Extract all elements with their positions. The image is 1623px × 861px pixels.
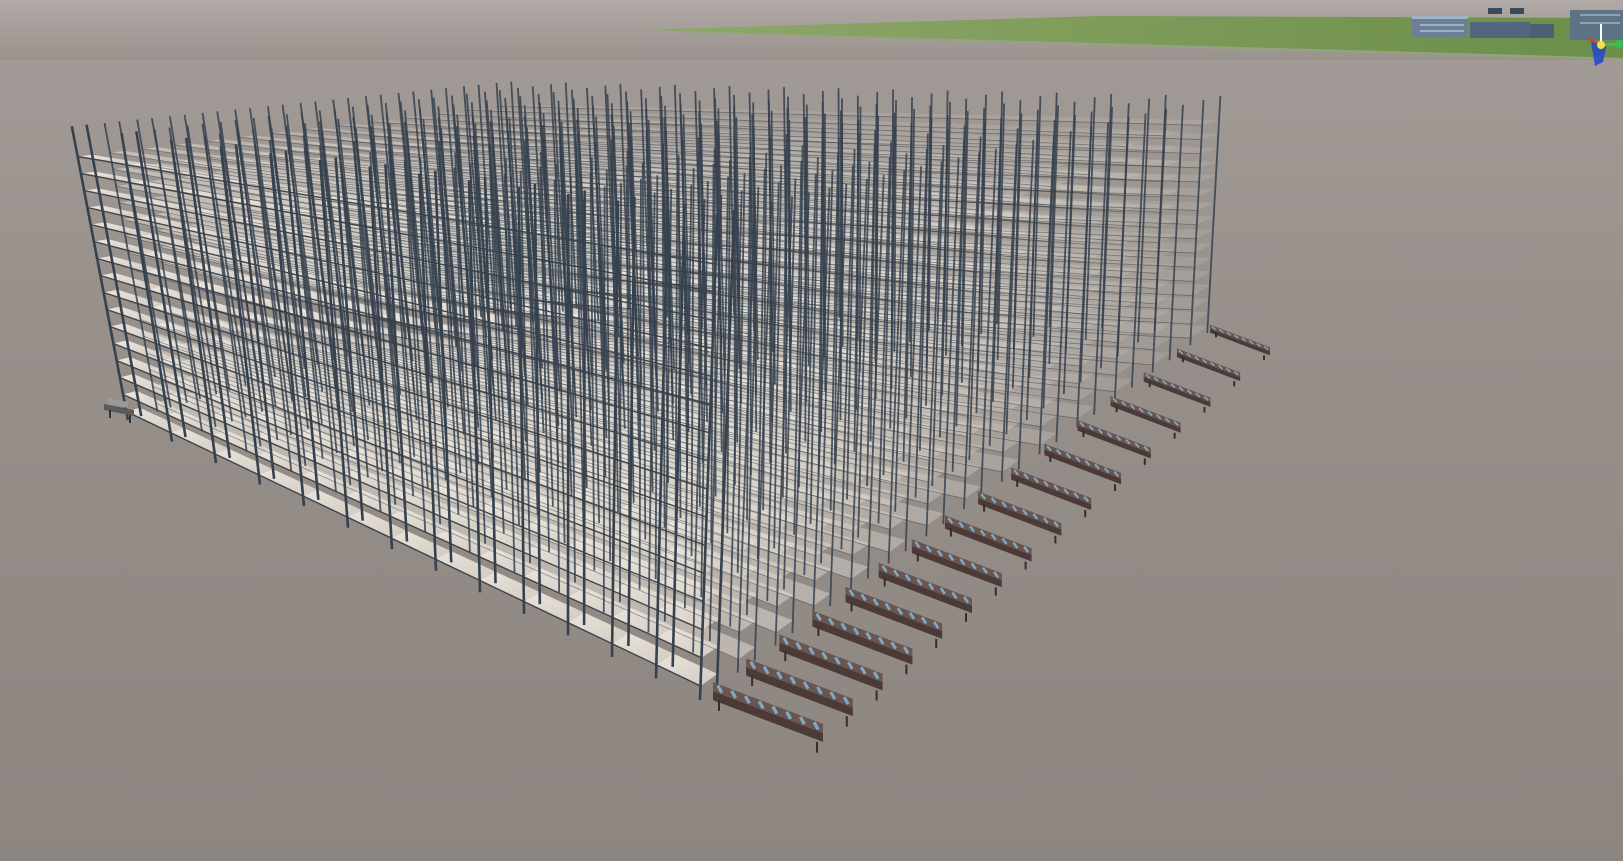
conveyor-bed [1077,419,1151,454]
conveyor [1176,348,1241,387]
conveyor-frame [713,691,823,742]
conveyor-bed [1210,324,1270,352]
conveyor-bed [1044,443,1121,479]
conveyor-frame [1110,401,1181,433]
conveyor [1077,419,1151,465]
conveyor-bed [1110,396,1181,428]
axis-gizmo[interactable] [1577,18,1623,68]
conveyor-bed [911,539,1002,581]
left-cart [104,398,134,423]
conveyor [1044,443,1121,492]
conveyor-frame [1143,376,1211,407]
conveyor-bed [978,491,1062,530]
conveyor [1110,396,1181,439]
warehouse-scene[interactable] [0,0,1623,861]
rack-post [1206,95,1222,334]
conveyor-frame [944,521,1032,562]
conveyor-bed [944,515,1032,555]
conveyor-frame [1011,473,1092,510]
conveyor [1210,324,1270,361]
conveyor-frame [978,497,1062,536]
conveyor-frame [1077,425,1151,459]
conveyor-frame [1210,328,1270,356]
conveyor-frame [1044,449,1121,485]
3d-viewport[interactable] [0,0,1623,861]
axis-gizmo-icon [1586,24,1623,66]
conveyor-bed [1011,467,1092,504]
conveyor-bed [1143,372,1211,403]
conveyor-bed [1176,348,1241,377]
rack-post [602,186,606,613]
conveyor [1143,372,1211,413]
rack-post [619,182,622,603]
conveyor-frame [1176,352,1241,382]
rack-post [582,190,586,626]
